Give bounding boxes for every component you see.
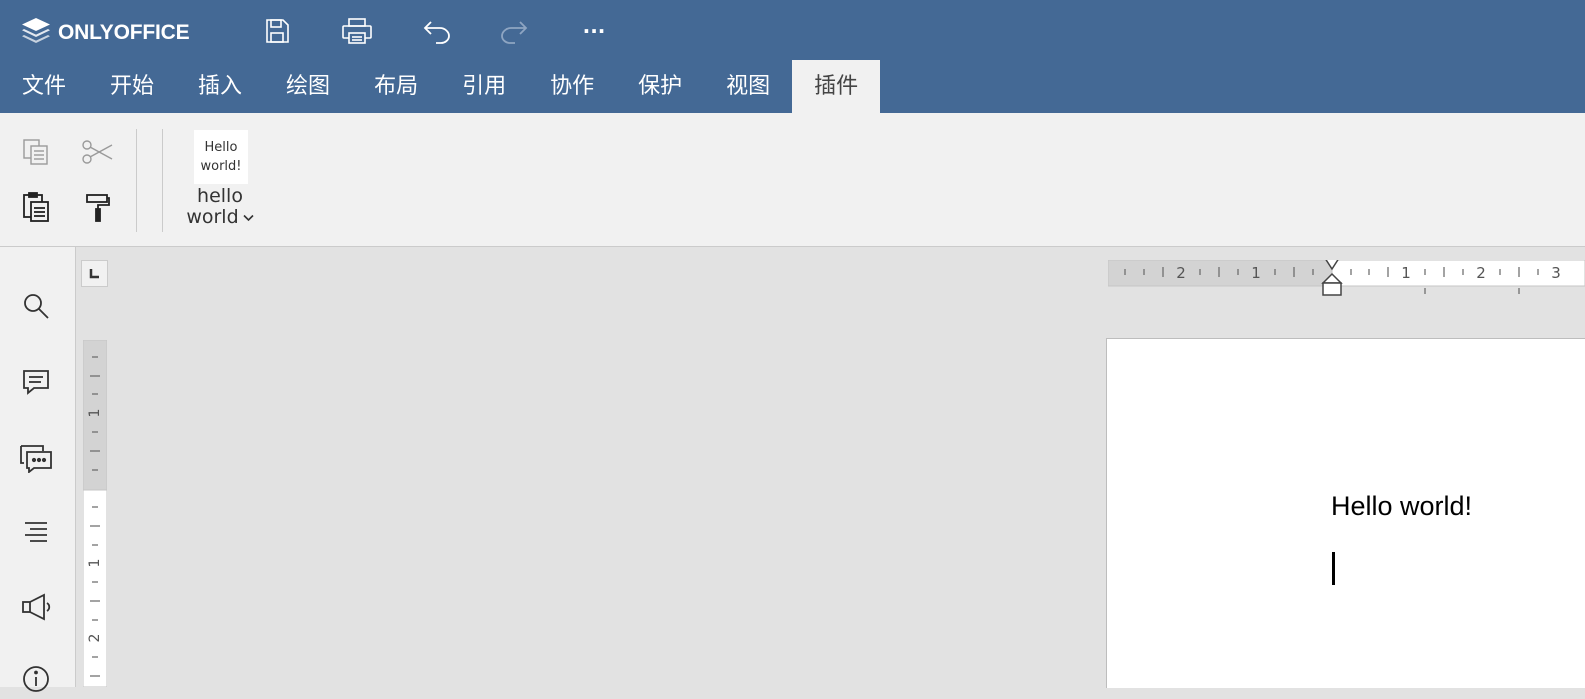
tab-layout[interactable]: 布局 [352,60,440,113]
ruler-label: 1 [1401,264,1411,282]
feedback-button[interactable] [16,587,56,627]
horizontal-ruler[interactable]: 2 1 1 2 3 [1107,254,1585,296]
ribbon-toolbar: Hello world! hello world [0,113,1585,247]
tab-view[interactable]: 视图 [704,60,792,113]
cut-icon [82,140,113,164]
save-button[interactable] [260,14,294,48]
search-icon [24,294,49,319]
left-sidebar [0,247,76,692]
tab-insert[interactable]: 插入 [176,60,264,113]
tab-plugins[interactable]: 插件 [792,60,881,113]
app-header: ONLYOFFICE ··· 文件 开始 插入 绘图 布局 引用 协作 保护 视… [0,0,1585,113]
comments-button[interactable] [16,362,56,402]
hello-world-plugin-thumbnail[interactable]: Hello world! [194,130,248,184]
ribbon-tabs: 文件 开始 插入 绘图 布局 引用 协作 保护 视图 插件 [0,60,881,113]
copy-button[interactable] [18,134,54,170]
plugin-label-line1: hello [197,185,243,207]
tab-protection[interactable]: 保护 [616,60,704,113]
tab-references[interactable]: 引用 [440,60,528,113]
print-button[interactable] [340,14,374,48]
feedback-icon [22,593,51,621]
ruler-label: 2 [1476,264,1486,282]
tab-collaboration[interactable]: 协作 [528,60,616,113]
text-cursor [1332,552,1335,585]
document-page[interactable]: Hello world! [1106,338,1585,688]
tab-file[interactable]: 文件 [0,60,88,113]
tab-stop-selector[interactable] [81,260,108,287]
left-tab-stop-icon [89,269,99,279]
plugin-thumb-line1: Hello [204,140,238,155]
tab-home[interactable]: 开始 [88,60,176,113]
redo-button[interactable] [497,14,531,48]
navigation-button[interactable] [16,512,56,552]
app-brand-name: ONLYOFFICE [58,21,190,44]
more-icon: ··· [582,19,606,43]
save-icon [266,19,289,43]
navigation-icon [25,522,47,542]
app-logo: ONLYOFFICE [20,16,190,50]
undo-icon [423,21,450,44]
plugin-label-line2: world [186,206,239,228]
document-paragraph[interactable]: Hello world! [1331,491,1472,522]
toolbar-separator [162,129,163,232]
more-button[interactable]: ··· [577,14,611,48]
plugin-thumb-line2: world! [200,159,242,174]
onlyoffice-logo-icon [20,16,52,50]
undo-button[interactable] [420,14,454,48]
search-button[interactable] [16,286,56,326]
redo-icon [501,21,528,44]
tab-draw[interactable]: 绘图 [264,60,352,113]
hello-world-plugin-button[interactable]: hello world [175,186,265,228]
cut-button[interactable] [79,134,115,170]
paste-icon [23,192,49,222]
comments-icon [23,370,49,395]
ruler-label: 3 [1551,264,1561,282]
about-icon [23,666,49,692]
about-button[interactable] [16,659,56,699]
format-painter-icon [86,194,110,222]
print-icon [342,18,372,44]
ruler-label: 2 [1176,264,1186,282]
ruler-label: 1 [87,409,103,418]
paste-button[interactable] [18,189,54,225]
format-painter-button[interactable] [79,189,115,225]
ruler-label: 1 [87,559,103,568]
vertical-ruler[interactable]: 1 1 2 [82,339,108,688]
ruler-label: 2 [87,634,103,643]
chat-icon [20,445,52,473]
chat-button[interactable] [16,438,56,478]
ruler-label: 1 [1251,264,1261,282]
copy-icon [23,139,48,165]
toolbar-separator [136,129,137,232]
chevron-down-icon [243,214,254,221]
